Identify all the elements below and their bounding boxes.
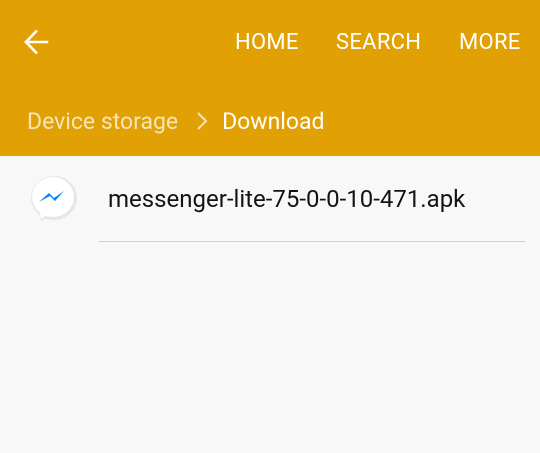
breadcrumb: Device storage Download xyxy=(27,106,324,136)
more-button[interactable]: MORE xyxy=(459,30,521,55)
breadcrumb-device-storage[interactable]: Device storage xyxy=(27,108,178,135)
home-button[interactable]: HOME xyxy=(235,30,299,55)
file-list: messenger-lite-75-0-0-10-471.apk xyxy=(0,156,540,242)
file-list-item[interactable]: messenger-lite-75-0-0-10-471.apk xyxy=(0,156,540,242)
back-button[interactable] xyxy=(18,26,54,58)
app-bar: HOME SEARCH MORE Device storage Download xyxy=(0,0,540,156)
arrow-left-icon xyxy=(24,29,49,55)
chevron-right-icon xyxy=(196,111,208,131)
search-button[interactable]: SEARCH xyxy=(336,30,421,55)
file-name: messenger-lite-75-0-0-10-471.apk xyxy=(108,185,466,213)
divider xyxy=(99,241,525,242)
breadcrumb-download: Download xyxy=(222,107,325,135)
messenger-icon xyxy=(28,174,80,226)
